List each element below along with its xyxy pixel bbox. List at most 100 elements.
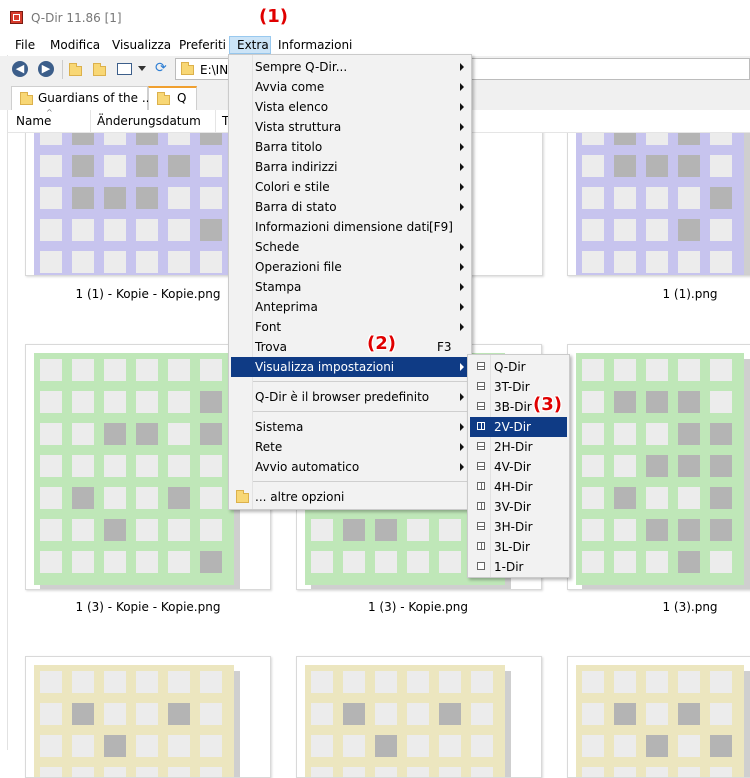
submenu-arrow-icon — [460, 143, 464, 151]
file-thumbnail[interactable] — [567, 656, 750, 778]
extra-menu: Sempre Q-Dir... Avvia come Vista elenco … — [228, 54, 472, 510]
submenu-arrow-icon — [460, 283, 464, 291]
layout-4v-dir-icon — [477, 462, 485, 470]
menu-item-vista-struttura[interactable]: Vista struttura — [231, 117, 469, 137]
image-preview — [576, 353, 750, 589]
tab-label: Q — [177, 91, 187, 105]
layout-3h-dir-icon — [477, 522, 485, 530]
file-thumbnail[interactable] — [567, 344, 750, 590]
view-submenu: Q-Dir 3T-Dir 3B-Dir 2V-Dir 2H-Dir 4V-Dir… — [467, 354, 570, 578]
app-icon — [10, 11, 23, 24]
menu-separator — [253, 411, 467, 412]
submenu-item-3v-dir[interactable]: 3V-Dir — [470, 497, 567, 517]
submenu-arrow-icon — [460, 103, 464, 111]
menu-visualizza[interactable]: Visualizza — [112, 36, 171, 54]
menu-informazioni[interactable]: Informazioni — [278, 36, 352, 54]
submenu-item-2h-dir[interactable]: 2H-Dir — [470, 437, 567, 457]
image-preview — [576, 117, 750, 275]
image-preview — [34, 353, 240, 589]
menu-item-sistema[interactable]: Sistema — [231, 417, 469, 437]
image-preview — [305, 665, 511, 777]
image-preview — [576, 665, 750, 777]
menu-item-schede[interactable]: Schede — [231, 237, 469, 257]
submenu-arrow-icon — [460, 123, 464, 131]
file-caption[interactable]: 1 (1).png — [570, 287, 750, 301]
menu-item-visualizza-impostazioni[interactable]: Visualizza impostazioni — [231, 357, 469, 377]
folder-icon — [181, 62, 194, 75]
layout-3t-dir-icon — [477, 382, 485, 390]
menu-item-anteprima[interactable]: Anteprima — [231, 297, 469, 317]
submenu-arrow-icon — [460, 363, 464, 371]
menu-preferiti[interactable]: Preferiti — [179, 36, 226, 54]
menu-bar: File Modifica Visualizza Preferiti Extra… — [0, 33, 750, 55]
submenu-item-4h-dir[interactable]: 4H-Dir — [470, 477, 567, 497]
folder-icon — [236, 490, 249, 503]
layout-3v-dir-icon — [477, 502, 485, 510]
submenu-item-3h-dir[interactable]: 3H-Dir — [470, 517, 567, 537]
tab-guardians[interactable]: Guardians of the ... — [11, 86, 153, 110]
image-preview — [34, 117, 240, 275]
toolbar-divider — [62, 60, 63, 79]
file-caption[interactable]: 1 (3) - Kopie - Kopie.png — [28, 600, 268, 614]
file-thumbnail[interactable] — [25, 656, 271, 778]
submenu-item-q-dir[interactable]: Q-Dir — [470, 357, 567, 377]
menu-item-trova[interactable]: Trova F3 — [231, 337, 469, 357]
back-icon[interactable]: ◀ — [12, 61, 28, 77]
menu-item-operazioni-file[interactable]: Operazioni file — [231, 257, 469, 277]
layout-2h-dir-icon — [477, 442, 485, 450]
menu-separator — [253, 381, 467, 382]
annotation-step-2: (2) — [367, 333, 396, 354]
layout-q-dir-icon — [477, 362, 485, 370]
folder-icon — [20, 92, 33, 105]
submenu-arrow-icon — [460, 463, 464, 471]
menu-item-vista-elenco[interactable]: Vista elenco — [231, 97, 469, 117]
refresh-icon[interactable]: ⟳ — [155, 61, 169, 75]
menu-extra[interactable]: Extra — [229, 36, 271, 54]
layout-2v-dir-icon — [477, 422, 485, 430]
menu-item-info-dimensione[interactable]: Informazioni dimensione dati [F9] — [231, 217, 469, 237]
menu-item-sempre[interactable]: Sempre Q-Dir... — [231, 57, 469, 77]
menu-item-colori-stile[interactable]: Colori e stile — [231, 177, 469, 197]
submenu-arrow-icon — [460, 163, 464, 171]
submenu-item-1-dir[interactable]: 1-Dir — [470, 557, 567, 577]
submenu-arrow-icon — [460, 423, 464, 431]
menu-item-altre-opzioni[interactable]: ... altre opzioni — [231, 487, 469, 507]
file-thumbnail[interactable] — [567, 108, 750, 276]
annotation-step-1: (1) — [259, 6, 288, 27]
menu-item-avvia-come[interactable]: Avvia come — [231, 77, 469, 97]
tab-q[interactable]: Q — [148, 86, 197, 110]
submenu-arrow-icon — [460, 83, 464, 91]
submenu-arrow-icon — [460, 263, 464, 271]
submenu-arrow-icon — [460, 443, 464, 451]
menu-file[interactable]: File — [15, 36, 35, 54]
forward-icon[interactable]: ▶ — [38, 61, 54, 77]
view-dropdown-icon[interactable] — [138, 66, 146, 71]
menu-modifica[interactable]: Modifica — [50, 36, 100, 54]
menu-item-font[interactable]: Font — [231, 317, 469, 337]
submenu-arrow-icon — [460, 323, 464, 331]
file-caption[interactable]: 1 (3) - Kopie.png — [298, 600, 538, 614]
view-grid-icon[interactable] — [117, 63, 132, 75]
submenu-arrow-icon — [460, 303, 464, 311]
column-date[interactable]: Änderungsdatum — [97, 114, 201, 128]
menu-item-stampa[interactable]: Stampa — [231, 277, 469, 297]
folder-icon — [157, 92, 170, 105]
submenu-arrow-icon — [460, 63, 464, 71]
submenu-item-3l-dir[interactable]: 3L-Dir — [470, 537, 567, 557]
menu-item-avvio-automatico[interactable]: Avvio automatico — [231, 457, 469, 477]
file-caption[interactable]: 1 (3).png — [570, 600, 750, 614]
layout-3l-dir-icon — [477, 542, 485, 550]
submenu-item-2v-dir[interactable]: 2V-Dir — [470, 417, 567, 437]
menu-item-barra-indirizzi[interactable]: Barra indirizzi — [231, 157, 469, 177]
new-folder-icon[interactable] — [93, 63, 107, 76]
layout-4h-dir-icon — [477, 482, 485, 490]
menu-item-rete[interactable]: Rete — [231, 437, 469, 457]
menu-item-barra-titolo[interactable]: Barra titolo — [231, 137, 469, 157]
submenu-item-4v-dir[interactable]: 4V-Dir — [470, 457, 567, 477]
up-folder-icon[interactable] — [69, 63, 82, 76]
menu-item-barra-stato[interactable]: Barra di stato — [231, 197, 469, 217]
tab-label: Guardians of the ... — [38, 91, 154, 105]
image-preview — [34, 665, 240, 777]
menu-item-browser-predefinito[interactable]: Q-Dir è il browser predefinito — [231, 387, 469, 407]
file-thumbnail[interactable] — [296, 656, 542, 778]
